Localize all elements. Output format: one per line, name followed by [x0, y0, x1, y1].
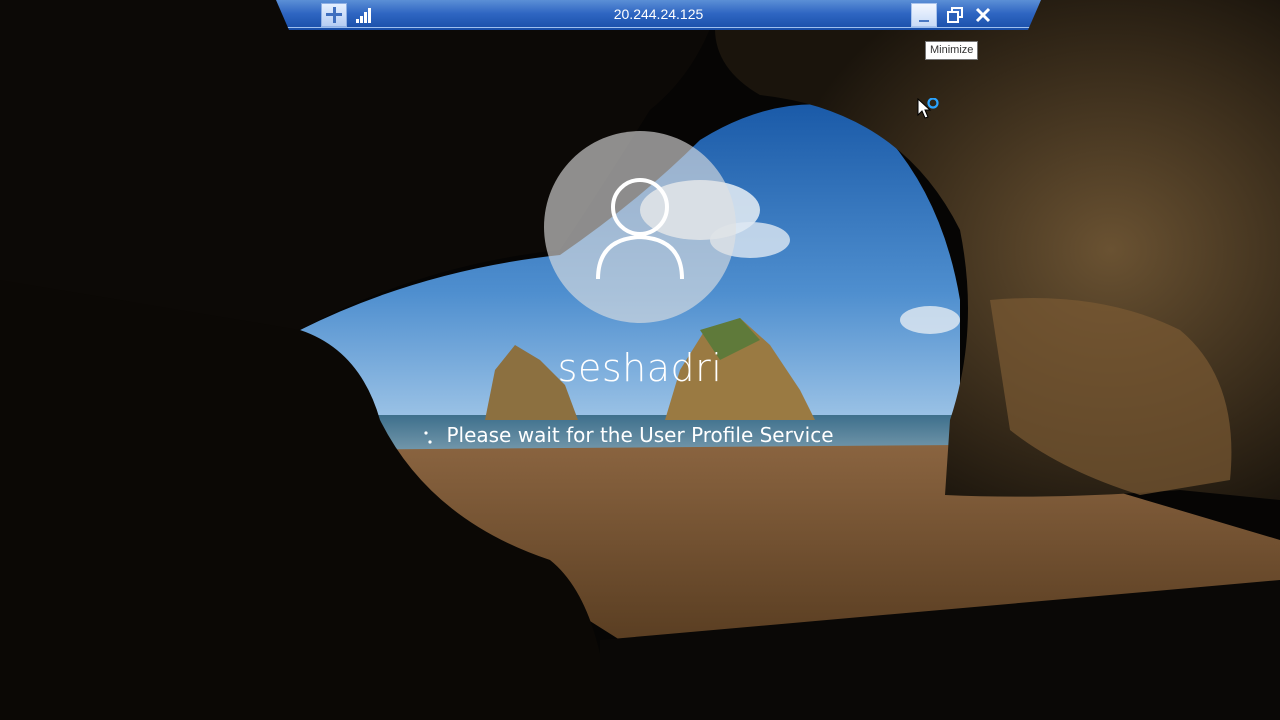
busy-cursor-icon	[917, 98, 939, 119]
user-avatar	[544, 131, 736, 323]
close-icon[interactable]	[974, 6, 992, 24]
remote-desktop-connection-bar: 20.244.24.125	[276, 0, 1041, 30]
restore-icon[interactable]	[946, 6, 964, 24]
status-message: Please wait for the User Profile Service	[446, 423, 834, 447]
minimize-icon	[919, 20, 929, 22]
user-icon	[596, 178, 684, 280]
minimize-button[interactable]	[911, 3, 937, 27]
minimize-tooltip: Minimize	[925, 41, 979, 60]
username-label: seshadri	[557, 346, 723, 390]
